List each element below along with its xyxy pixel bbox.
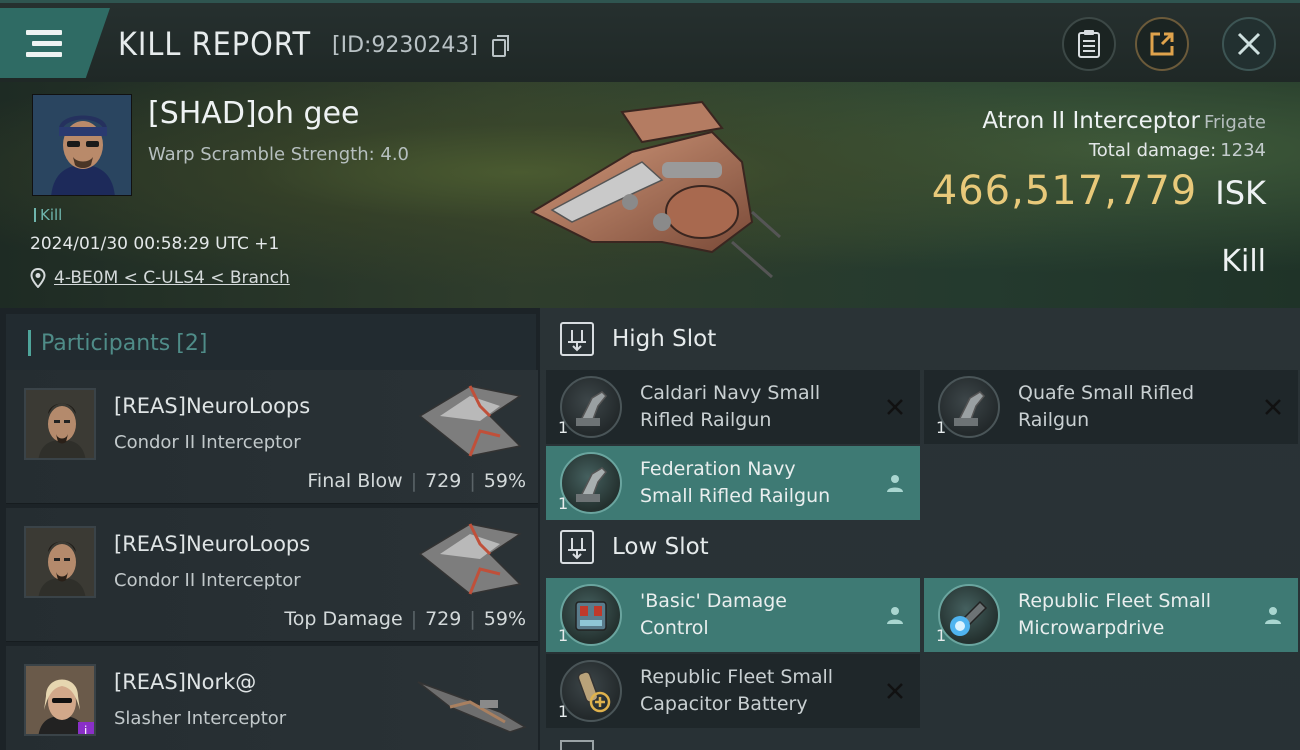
clipboard-icon (1078, 30, 1100, 58)
participant-row[interactable]: [REAS]NeuroLoops Condor II Interceptor T… (6, 508, 538, 642)
result-label: Kill (1221, 244, 1266, 279)
damage-control-icon (560, 584, 622, 646)
high-slot-icon (560, 322, 594, 356)
copy-icon[interactable] (492, 35, 509, 57)
module-quantity: 1 (558, 702, 569, 721)
module-slot[interactable]: 1 Quafe Small Rifled Railgun (924, 370, 1298, 444)
victim-ship-image[interactable] (512, 92, 792, 292)
participant-portrait: i (24, 664, 96, 736)
railgun-icon (560, 376, 622, 438)
capacitor-battery-icon (560, 660, 622, 722)
participant-ship: Slasher Interceptor (114, 708, 287, 729)
module-slot[interactable]: 1 'Basic' Damage Control (546, 578, 920, 652)
location-pin-icon (30, 268, 46, 288)
participant-portrait (24, 526, 96, 598)
participant-row[interactable]: i [REAS]Nork@ Slasher Interceptor (6, 646, 538, 750)
ship-class: Frigate (1203, 112, 1266, 133)
close-button[interactable] (1222, 17, 1276, 71)
dropped-person-icon (887, 607, 903, 624)
menu-button[interactable] (0, 8, 110, 78)
module-quantity: 1 (558, 418, 569, 437)
microwarpdrive-icon (938, 584, 1000, 646)
title-bar: KILL REPORT [ID:9230243] (0, 0, 1300, 82)
participants-panel: Participants [2] [REAS]NeuroLoops Condor … (0, 308, 540, 750)
participant-ship-image (417, 681, 527, 733)
module-name: Federation Navy Small Rifled Railgun (640, 458, 831, 507)
victim-banner: [SHAD]oh gee Warp Scramble Strength: 4.0… (0, 82, 1300, 308)
menu-icon (26, 30, 62, 58)
report-id: [ID:9230243] (332, 33, 478, 58)
module-name: Republic Fleet Small Capacitor Battery (640, 666, 834, 715)
high-slot-header: High Slot (560, 322, 716, 356)
participant-ship-image (418, 523, 522, 595)
participant-portrait (24, 388, 96, 460)
next-slot-icon (560, 740, 594, 750)
module-slot[interactable]: 1 Republic Fleet Small Capacitor Battery (546, 654, 920, 728)
module-slot[interactable]: 1 Federation Navy Small Rifled Railgun (546, 446, 920, 520)
total-damage: Total damage: 1234 (1088, 140, 1266, 161)
module-quantity: 1 (936, 626, 947, 645)
participant-name: [REAS]Nork@ (114, 670, 257, 694)
destroyed-icon (1265, 399, 1281, 415)
victim-name[interactable]: [SHAD]oh gee (148, 96, 360, 131)
pilot-portrait-icon (33, 95, 131, 195)
victim-ship-name[interactable]: Atron II Interceptor Frigate (982, 108, 1266, 134)
module-name: Republic Fleet Small Microwarpdrive (1018, 590, 1212, 639)
participant-row[interactable]: [REAS]NeuroLoops Condor II Interceptor F… (6, 370, 538, 504)
participants-tab[interactable]: Participants [2] (6, 314, 536, 372)
railgun-icon (938, 376, 1000, 438)
module-quantity: 1 (936, 418, 947, 437)
railgun-icon (560, 452, 622, 514)
participant-name: [REAS]NeuroLoops (114, 532, 311, 556)
module-name: 'Basic' Damage Control (640, 590, 787, 639)
dropped-person-icon (1265, 607, 1281, 624)
module-name: Caldari Navy Small Rifled Railgun (640, 382, 821, 431)
module-slot[interactable]: 1 Republic Fleet Small Microwarpdrive (924, 578, 1298, 652)
kill-location-link[interactable]: 4-BE0M < C-ULS4 < Branch (54, 268, 290, 288)
isk-value: 466,517,779 ISK (931, 168, 1266, 214)
share-button[interactable] (1135, 17, 1189, 71)
share-icon (1150, 32, 1174, 56)
module-slot[interactable]: 1 Caldari Navy Small Rifled Railgun (546, 370, 920, 444)
participant-name: [REAS]NeuroLoops (114, 394, 311, 418)
kill-tag: Kill (34, 206, 62, 224)
pilot-portrait-icon (26, 390, 94, 458)
low-slot-icon (560, 530, 594, 564)
destroyed-icon (887, 399, 903, 415)
module-quantity: 1 (558, 626, 569, 645)
participant-ship: Condor II Interceptor (114, 570, 301, 591)
destroyed-icon (887, 683, 903, 699)
clipboard-button[interactable] (1062, 17, 1116, 71)
svg-text:i: i (84, 724, 87, 736)
kill-datetime: 2024/01/30 00:58:29 UTC +1 (30, 234, 280, 254)
page-title: KILL REPORT (118, 25, 312, 63)
low-slot-header: Low Slot (560, 530, 709, 564)
module-name: Quafe Small Rifled Railgun (1018, 382, 1195, 431)
participant-stats: Final Blow | 729 | 59% (307, 470, 526, 492)
participant-stats: Top Damage | 729 | 59% (284, 608, 526, 630)
close-icon (1237, 32, 1261, 56)
pilot-portrait-icon (26, 528, 94, 596)
victim-subtitle: Warp Scramble Strength: 4.0 (148, 144, 410, 165)
participant-ship-image (418, 385, 522, 457)
module-quantity: 1 (558, 494, 569, 513)
fitting-panel: High Slot 1 Caldari Navy Small Rifled Rai… (540, 308, 1300, 750)
participant-ship: Condor II Interceptor (114, 432, 301, 453)
victim-portrait[interactable] (32, 94, 132, 196)
dropped-person-icon (887, 475, 903, 492)
pilot-portrait-icon: i (26, 666, 94, 736)
